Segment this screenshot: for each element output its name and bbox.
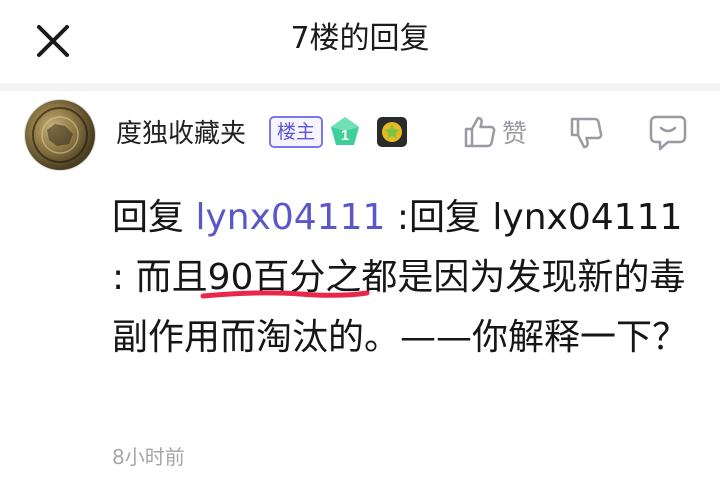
like-label: 赞 [502,119,528,148]
page-title: 7楼的回复 [290,21,430,56]
comment-body: 回复 lynx04111 :回复 lynx04111 : 而且90百分之都是因为… [112,188,702,368]
svg-text:1: 1 [341,127,349,144]
top-bar: 7楼的回复 [0,0,720,80]
reply-target-link[interactable]: lynx04111 [195,197,385,238]
avatar[interactable] [25,100,95,170]
thumbs-down-icon[interactable] [567,113,607,153]
level-badge-icon: 1 [331,117,359,145]
username[interactable]: 度独收藏夹 [116,113,246,150]
reply-prefix: 回复 [112,197,196,238]
close-icon[interactable] [30,18,76,64]
like-button[interactable]: 赞 [462,113,527,151]
red-underline-mark [200,290,370,299]
divider [0,83,720,91]
owner-badge: 楼主 [269,116,324,148]
timestamp: 8小时前 [112,445,185,469]
comment-icon[interactable] [648,113,688,153]
thumbs-up-icon [464,116,496,148]
member-badge-icon [377,117,407,147]
